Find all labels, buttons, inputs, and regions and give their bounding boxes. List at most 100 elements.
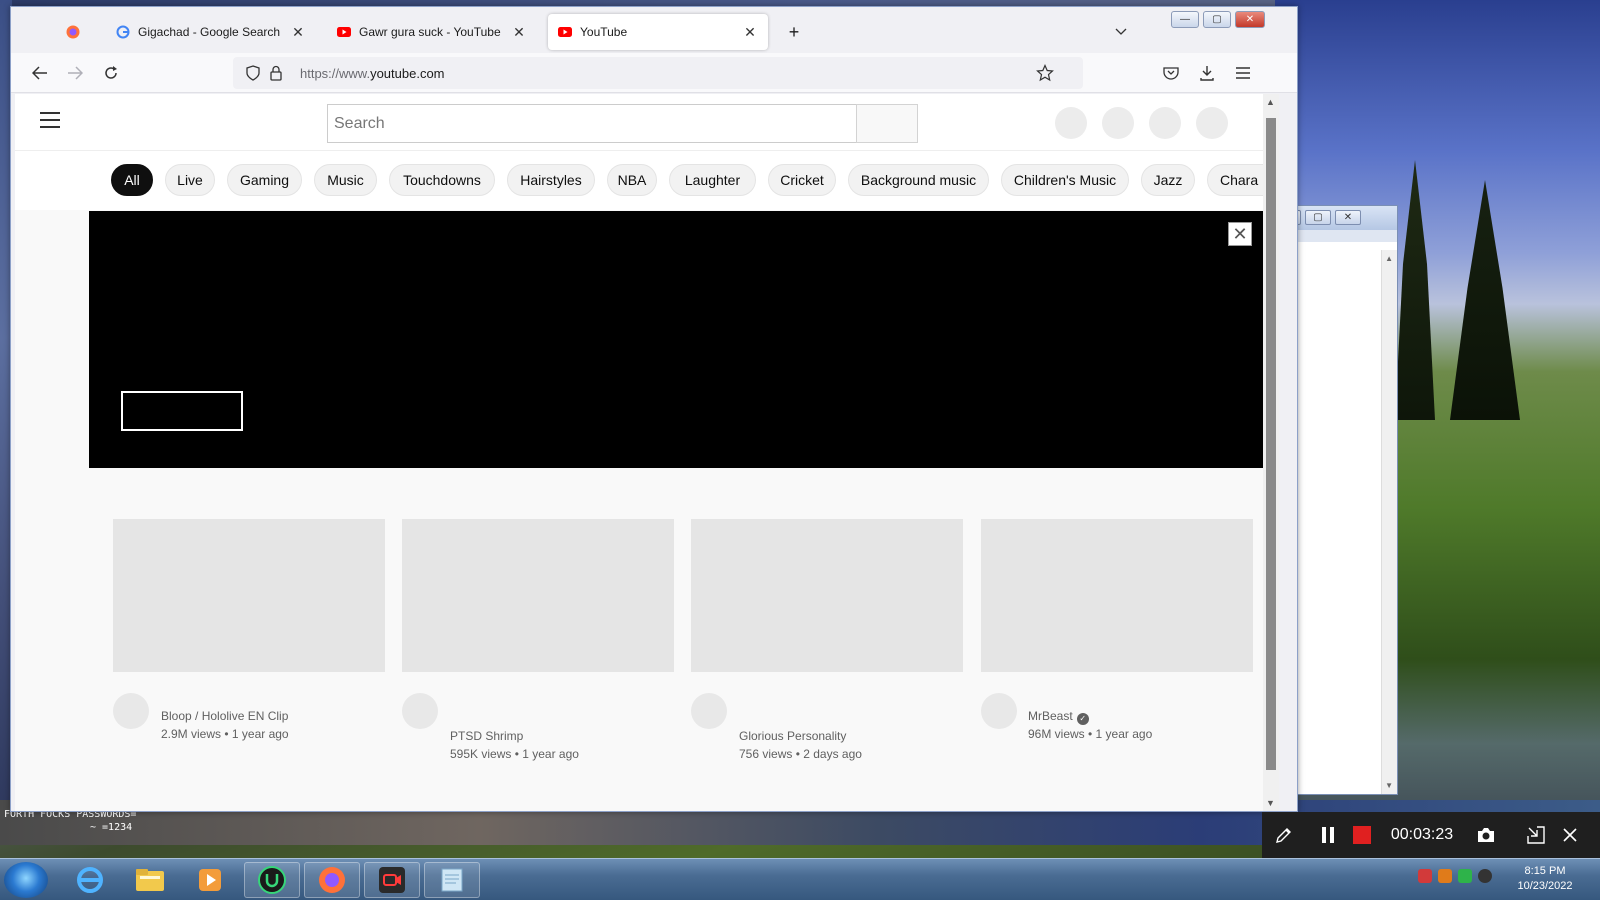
url-bar[interactable]: https://www.youtube.com [233,57,1083,89]
search-tray-icon[interactable] [1438,869,1452,883]
close-tab-icon[interactable]: ✕ [290,24,306,41]
forward-button[interactable] [65,63,85,83]
pen-icon[interactable] [1272,824,1296,846]
app-menu-button[interactable] [1233,63,1253,83]
close-window-button[interactable]: ✕ [1235,11,1265,28]
shield-icon[interactable] [245,65,261,86]
search-input[interactable] [327,104,857,143]
screen-recorder-app-icon[interactable] [364,862,420,898]
new-tab-button[interactable]: + [779,14,809,50]
chip-nba[interactable]: NBA [607,164,657,196]
video-thumbnail[interactable] [113,519,385,672]
chip-background-music[interactable]: Background music [848,164,989,196]
tab-title: Gawr gura suck - YouTube [359,25,501,39]
tab-youtube[interactable]: YouTube ✕ [548,14,768,50]
scroll-up-icon[interactable]: ▲ [1266,97,1275,107]
channel-name[interactable]: Bloop / Hololive EN Clip [161,707,289,725]
tab-firefox[interactable] [57,14,97,50]
youtube-icon [558,25,572,39]
minimize-button[interactable]: — [1171,11,1199,28]
network-tray-icon[interactable] [1458,869,1472,883]
scroll-up-icon[interactable]: ▲ [1385,254,1393,263]
start-button[interactable] [4,862,48,898]
youtube-icon [337,25,351,39]
recorder-tray-icon[interactable] [1418,869,1432,883]
pocket-button[interactable] [1161,63,1181,83]
chip-cricket[interactable]: Cricket [768,164,836,196]
firefox-icon[interactable] [304,862,360,898]
scrollbar-thumb[interactable] [1266,118,1276,770]
search-button[interactable] [856,104,918,143]
background-window[interactable]: — ▢ ✕ ▲ ▼ [1275,205,1398,795]
channel-name[interactable]: Glorious Personality [739,727,862,745]
video-stats: 756 views • 2 days ago [739,747,862,761]
header-icon-placeholder[interactable] [1055,107,1087,139]
file-explorer-icon[interactable] [122,862,178,898]
chip-music[interactable]: Music [314,164,377,196]
url-domain: youtube.com [370,65,445,81]
chip-touchdowns[interactable]: Touchdowns [389,164,495,196]
masthead-ad-banner[interactable]: ✕ [89,211,1264,468]
bookmark-star-icon[interactable] [1036,64,1054,87]
reload-button[interactable] [101,63,121,83]
tab-google-search[interactable]: Gigachad - Google Search ✕ [106,14,316,50]
banner-cta-button[interactable] [121,391,243,431]
back-button[interactable] [30,63,50,83]
video-thumbnail[interactable] [402,519,674,672]
pause-button[interactable] [1316,824,1340,846]
close-icon[interactable] [1558,824,1582,846]
close-tab-icon[interactable]: ✕ [511,24,527,41]
chip-gaming[interactable]: Gaming [227,164,302,196]
chip-hairstyles[interactable]: Hairstyles [507,164,595,196]
taskbar-clock[interactable]: 8:15 PM 10/23/2022 [1510,864,1580,894]
navigation-toolbar: https://www.youtube.com [11,53,1297,93]
channel-avatar[interactable] [981,693,1017,729]
clock-time: 8:15 PM [1524,865,1566,877]
header-icon-placeholder[interactable] [1102,107,1134,139]
chip-childrens-music[interactable]: Children's Music [1001,164,1129,196]
video-meta: PTSD Shrimp 595K views • 1 year ago [450,727,579,763]
notepad-icon[interactable] [424,862,480,898]
guide-menu-icon[interactable] [40,112,60,128]
minimize-to-tray-icon[interactable] [1524,824,1548,846]
close-icon[interactable]: ✕ [1228,222,1252,246]
upwork-icon[interactable] [244,862,300,898]
scroll-down-icon[interactable]: ▼ [1266,798,1275,808]
chip-all[interactable]: All [111,164,153,196]
chip-chara[interactable]: Chara [1207,164,1267,196]
chip-jazz[interactable]: Jazz [1141,164,1195,196]
youtube-header [15,94,1265,150]
channel-avatar[interactable] [402,693,438,729]
close-button[interactable]: ✕ [1335,210,1361,225]
background-window-titlebar[interactable]: — ▢ ✕ [1275,206,1397,230]
header-icon-placeholder[interactable] [1149,107,1181,139]
page-scrollbar[interactable]: ▲ ▼ [1263,94,1279,811]
tab-gawr-gura[interactable]: Gawr gura suck - YouTube ✕ [327,14,537,50]
security-tray-icon[interactable] [1478,869,1492,883]
channel-avatar[interactable] [113,693,149,729]
chip-bar: All Live Gaming Music Touchdowns Hairsty… [15,150,1267,210]
channel-name[interactable]: MrBeast [1028,709,1073,723]
channel-avatar[interactable] [691,693,727,729]
chip-live[interactable]: Live [165,164,215,196]
pause-icon [1322,827,1334,843]
maximize-button[interactable]: ▢ [1203,11,1231,28]
list-all-tabs-button[interactable] [1106,14,1136,50]
avatar[interactable] [1196,107,1228,139]
channel-name[interactable]: PTSD Shrimp [450,727,579,745]
video-thumbnail[interactable] [691,519,963,672]
stop-button[interactable] [1350,824,1374,846]
media-player-icon[interactable] [182,862,238,898]
video-thumbnail[interactable] [981,519,1253,672]
camera-icon[interactable] [1474,824,1498,846]
system-tray [1418,869,1492,883]
scroll-down-icon[interactable]: ▼ [1385,781,1393,790]
chip-laughter[interactable]: Laughter [669,164,756,196]
lock-icon[interactable] [269,65,283,86]
video-stats: 595K views • 1 year ago [450,747,579,761]
maximize-button[interactable]: ▢ [1305,210,1331,225]
close-tab-icon[interactable]: ✕ [742,24,758,41]
scrollbar[interactable]: ▲ ▼ [1381,250,1397,794]
downloads-button[interactable] [1197,63,1217,83]
internet-explorer-icon[interactable] [62,862,118,898]
